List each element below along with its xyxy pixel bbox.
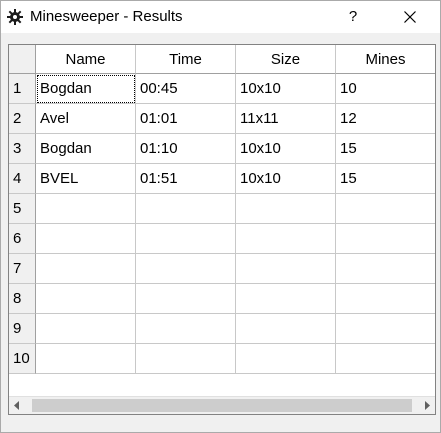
table-cell-mines[interactable]: 12 [336, 104, 435, 134]
column-header-name[interactable]: Name [36, 45, 136, 74]
table-cell-size[interactable]: 11x11 [236, 104, 336, 134]
table-cell-mines[interactable]: 15 [336, 134, 435, 164]
table-cell-mines[interactable]: 10 [336, 74, 435, 104]
table-cell-size[interactable] [236, 314, 336, 344]
table-cell-time[interactable] [136, 194, 236, 224]
table-cell-name[interactable]: Bogdan [36, 134, 136, 164]
table-cell-name[interactable]: Bogdan [36, 74, 136, 104]
row-header[interactable]: 7 [9, 254, 36, 284]
row-header[interactable]: 3 [9, 134, 36, 164]
table-cell-time[interactable] [136, 254, 236, 284]
table-cell-time[interactable] [136, 344, 236, 374]
table-cell-name[interactable] [36, 254, 136, 284]
table-cell-time[interactable]: 01:01 [136, 104, 236, 134]
scroll-thumb[interactable] [32, 399, 412, 412]
table-cell-name[interactable] [36, 344, 136, 374]
grid-area: Name Time Size Mines 1 Bogdan 00:45 10x10 10 2 Ave… [9, 45, 435, 382]
help-button[interactable]: ? [333, 1, 373, 33]
row-header[interactable]: 4 [9, 164, 36, 194]
table-cell-time[interactable] [136, 314, 236, 344]
table-cell-name[interactable] [36, 224, 136, 254]
scroll-left-icon[interactable] [9, 397, 26, 414]
table-cell-size[interactable] [236, 224, 336, 254]
table-cell-time[interactable]: 01:51 [136, 164, 236, 194]
column-header-time[interactable]: Time [136, 45, 236, 74]
row-header[interactable]: 2 [9, 104, 36, 134]
table-cell-size[interactable]: 10x10 [236, 134, 336, 164]
table-cell-time[interactable]: 01:10 [136, 134, 236, 164]
row-header[interactable]: 8 [9, 284, 36, 314]
table-cell-mines[interactable] [336, 344, 435, 374]
gear-icon [7, 9, 23, 25]
close-icon [404, 11, 416, 23]
row-header[interactable]: 9 [9, 314, 36, 344]
window-title: Minesweeper - Results [30, 8, 183, 25]
scroll-right-icon[interactable] [418, 397, 435, 414]
horizontal-scrollbar[interactable] [9, 396, 435, 414]
table-cell-mines[interactable] [336, 284, 435, 314]
table-cell-time[interactable]: 00:45 [136, 74, 236, 104]
row-header[interactable]: 6 [9, 224, 36, 254]
table-cell-mines[interactable] [336, 254, 435, 284]
table-cell-size[interactable]: 10x10 [236, 164, 336, 194]
table-cell-name[interactable] [36, 284, 136, 314]
row-header[interactable]: 10 [9, 344, 36, 374]
table-cell-size[interactable] [236, 254, 336, 284]
table-cell-size[interactable]: 10x10 [236, 74, 336, 104]
column-header-mines[interactable]: Mines [336, 45, 435, 74]
table-cell-mines[interactable] [336, 194, 435, 224]
close-button[interactable] [387, 1, 433, 33]
column-header-size[interactable]: Size [236, 45, 336, 74]
row-header[interactable]: 1 [9, 74, 36, 104]
results-grid[interactable]: Name Time Size Mines 1 Bogdan 00:45 10x10 10 2 Ave… [8, 44, 436, 415]
row-header[interactable]: 5 [9, 194, 36, 224]
table-cell-size[interactable] [236, 344, 336, 374]
grid-corner[interactable] [9, 45, 36, 74]
table-cell-size[interactable] [236, 284, 336, 314]
table-cell-name[interactable]: BVEL [36, 164, 136, 194]
results-window: Minesweeper - Results ? Name Time Size Mine… [0, 0, 441, 433]
table-cell-mines[interactable] [336, 314, 435, 344]
table-cell-name[interactable] [36, 314, 136, 344]
table-cell-name[interactable] [36, 194, 136, 224]
title-bar[interactable]: Minesweeper - Results ? [1, 1, 440, 33]
table-cell-mines[interactable]: 15 [336, 164, 435, 194]
table-cell-mines[interactable] [336, 224, 435, 254]
table-cell-time[interactable] [136, 224, 236, 254]
table-cell-name[interactable]: Avel [36, 104, 136, 134]
table-cell-time[interactable] [136, 284, 236, 314]
table-cell-size[interactable] [236, 194, 336, 224]
